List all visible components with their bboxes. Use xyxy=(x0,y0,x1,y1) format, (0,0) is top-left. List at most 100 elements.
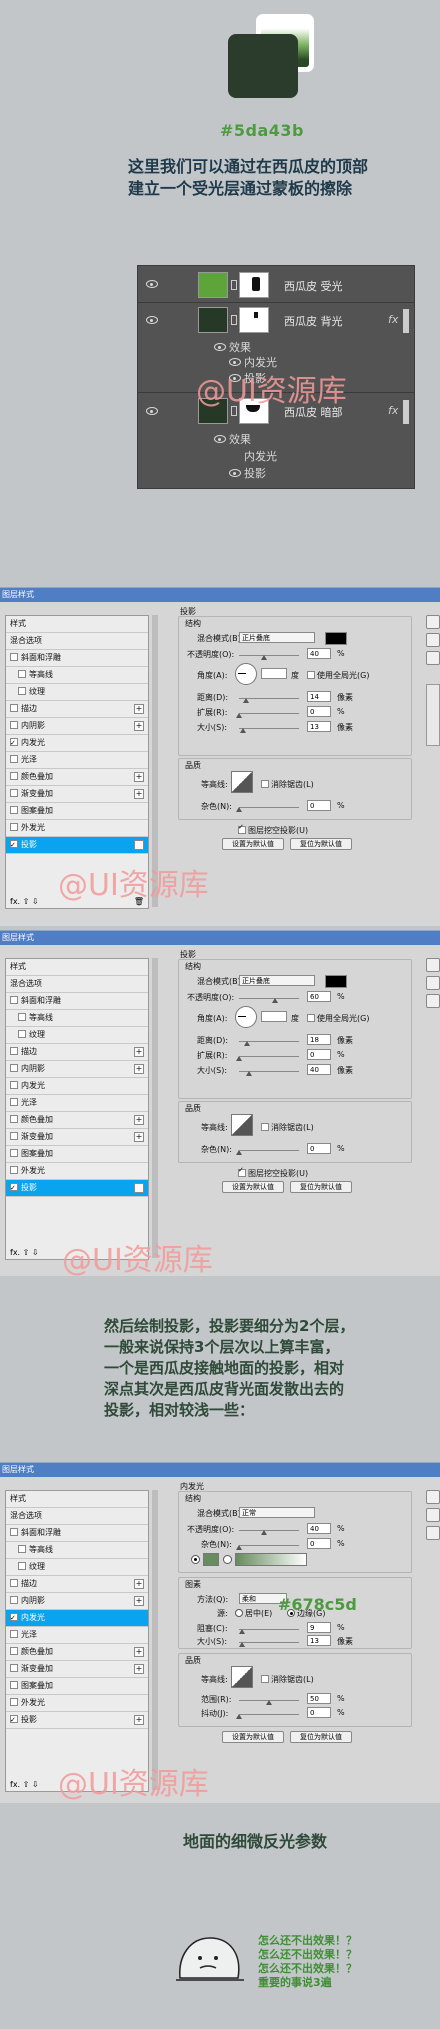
reset-default-button[interactable]: 复位为默认值 xyxy=(290,838,352,850)
style-item[interactable]: 光泽 xyxy=(6,752,148,769)
reset-default-button[interactable]: 复位为默认值 xyxy=(290,1181,352,1193)
style-item[interactable]: 内阴影 + xyxy=(6,1061,148,1078)
cancel-button[interactable] xyxy=(426,1508,440,1522)
style-item[interactable]: 斜面和浮雕 xyxy=(6,993,148,1010)
glow-color[interactable] xyxy=(203,1553,219,1566)
fx-icon[interactable]: fx. ⇧ ⇩ xyxy=(10,897,39,906)
contour-picker[interactable] xyxy=(231,1666,253,1688)
noise-input[interactable]: 0 xyxy=(307,800,331,811)
style-item-selected[interactable]: 投影+ xyxy=(6,837,148,854)
set-default-button[interactable]: 设置为默认值 xyxy=(222,1731,284,1743)
style-item[interactable]: 斜面和浮雕 xyxy=(6,650,148,667)
contour-picker[interactable] xyxy=(231,771,253,793)
jitter-input[interactable]: 0 xyxy=(307,1707,331,1718)
set-default-button[interactable]: 设置为默认值 xyxy=(222,1181,284,1193)
style-item[interactable]: 渐变叠加 + xyxy=(6,1129,148,1146)
style-item[interactable]: 描边 + xyxy=(6,1044,148,1061)
style-item[interactable]: 描边 + xyxy=(6,701,148,718)
layer-row[interactable]: 西瓜皮 受光 xyxy=(138,266,414,302)
angle-dial[interactable] xyxy=(235,663,257,685)
style-item[interactable]: 光泽 xyxy=(6,1627,148,1644)
style-item[interactable]: 样式 xyxy=(6,959,148,976)
new-style-button[interactable] xyxy=(426,1526,440,1540)
gradient-radio[interactable] xyxy=(223,1555,232,1564)
fx-icon[interactable]: fx. ⇧ ⇩ xyxy=(10,1780,39,1789)
style-item[interactable]: 颜色叠加 + xyxy=(6,769,148,786)
eye-icon[interactable] xyxy=(214,343,226,351)
style-item[interactable]: 描边 + xyxy=(6,1576,148,1593)
blend-mode-select[interactable]: 正片叠底 xyxy=(239,975,315,986)
style-item[interactable]: 投影+ xyxy=(6,1712,148,1729)
distance-input[interactable]: 14 xyxy=(307,691,331,702)
style-item[interactable]: 图案叠加 xyxy=(6,1678,148,1695)
style-item-selected[interactable]: 投影+ xyxy=(6,1180,148,1197)
new-style-button[interactable] xyxy=(426,651,440,665)
eye-icon[interactable] xyxy=(229,469,241,477)
style-item[interactable]: 混合选项 xyxy=(6,976,148,993)
choke-input[interactable]: 9 xyxy=(307,1622,331,1633)
opacity-input[interactable]: 60 xyxy=(307,991,331,1002)
eye-icon[interactable] xyxy=(146,316,158,324)
opacity-input[interactable]: 40 xyxy=(307,648,331,659)
angle-input[interactable] xyxy=(261,668,287,679)
set-default-button[interactable]: 设置为默认值 xyxy=(222,838,284,850)
style-item-selected[interactable]: 内发光 xyxy=(6,1610,148,1627)
style-item[interactable]: 混合选项 xyxy=(6,633,148,650)
angle-dial[interactable] xyxy=(235,1006,257,1028)
cancel-button[interactable] xyxy=(426,633,440,647)
style-item[interactable]: 内阴影 + xyxy=(6,718,148,735)
fx-icon[interactable]: fx xyxy=(388,404,398,417)
style-item[interactable]: 渐变叠加 + xyxy=(6,1661,148,1678)
style-item[interactable]: 斜面和浮雕 xyxy=(6,1525,148,1542)
opacity-input[interactable]: 40 xyxy=(307,1523,331,1534)
style-item[interactable]: 颜色叠加 + xyxy=(6,1112,148,1129)
cancel-button[interactable] xyxy=(426,976,440,990)
ok-button[interactable] xyxy=(426,1490,440,1504)
gradient-picker[interactable] xyxy=(235,1553,307,1566)
reset-default-button[interactable]: 复位为默认值 xyxy=(290,1731,352,1743)
angle-input[interactable] xyxy=(261,1011,287,1022)
distance-input[interactable]: 18 xyxy=(307,1034,331,1045)
style-item[interactable]: 等高线 xyxy=(6,667,148,684)
eye-icon[interactable] xyxy=(146,407,158,415)
style-item[interactable]: 图案叠加 xyxy=(6,803,148,820)
style-item[interactable]: 样式 xyxy=(6,1491,148,1508)
scrollbar[interactable] xyxy=(403,400,409,424)
style-item[interactable]: 外发光 xyxy=(6,820,148,837)
fx-icon[interactable]: fx xyxy=(388,313,398,326)
range-input[interactable]: 50 xyxy=(307,1693,331,1704)
noise-input[interactable]: 0 xyxy=(307,1143,331,1154)
style-item[interactable]: 外发光 xyxy=(6,1163,148,1180)
spread-input[interactable]: 0 xyxy=(307,1049,331,1060)
scrollbar[interactable] xyxy=(152,1490,158,1790)
style-item[interactable]: 图案叠加 xyxy=(6,1146,148,1163)
new-style-button[interactable] xyxy=(426,994,440,1008)
size-input[interactable]: 40 xyxy=(307,1064,331,1075)
size-input[interactable]: 13 xyxy=(307,1635,331,1646)
ok-button[interactable] xyxy=(426,615,440,629)
style-item[interactable]: 等高线 xyxy=(6,1542,148,1559)
style-item[interactable]: 等高线 xyxy=(6,1010,148,1027)
shadow-color[interactable] xyxy=(325,975,347,988)
noise-input[interactable]: 0 xyxy=(307,1538,331,1549)
style-item[interactable]: 混合选项 xyxy=(6,1508,148,1525)
style-item[interactable]: 内发光 xyxy=(6,735,148,752)
size-input[interactable]: 13 xyxy=(307,721,331,732)
color-radio[interactable] xyxy=(191,1555,200,1564)
style-item[interactable]: 渐变叠加 + xyxy=(6,786,148,803)
style-item[interactable]: 内发光 xyxy=(6,1078,148,1095)
style-item[interactable]: 光泽 xyxy=(6,1095,148,1112)
eye-icon[interactable] xyxy=(214,435,226,443)
style-item[interactable]: 外发光 xyxy=(6,1695,148,1712)
fx-icon[interactable]: fx. ⇧ ⇩ xyxy=(10,1248,39,1257)
scrollbar[interactable] xyxy=(152,958,158,1258)
style-item[interactable]: 样式 xyxy=(6,616,148,633)
blend-mode-select[interactable]: 正常 xyxy=(239,1507,315,1518)
contour-picker[interactable] xyxy=(231,1114,253,1136)
style-item[interactable]: 纹理 xyxy=(6,1027,148,1044)
eye-icon[interactable] xyxy=(146,280,158,288)
style-item[interactable]: 纹理 xyxy=(6,1559,148,1576)
center-radio[interactable] xyxy=(235,1609,243,1617)
style-item[interactable]: 纹理 xyxy=(6,684,148,701)
shadow-color[interactable] xyxy=(325,632,347,645)
